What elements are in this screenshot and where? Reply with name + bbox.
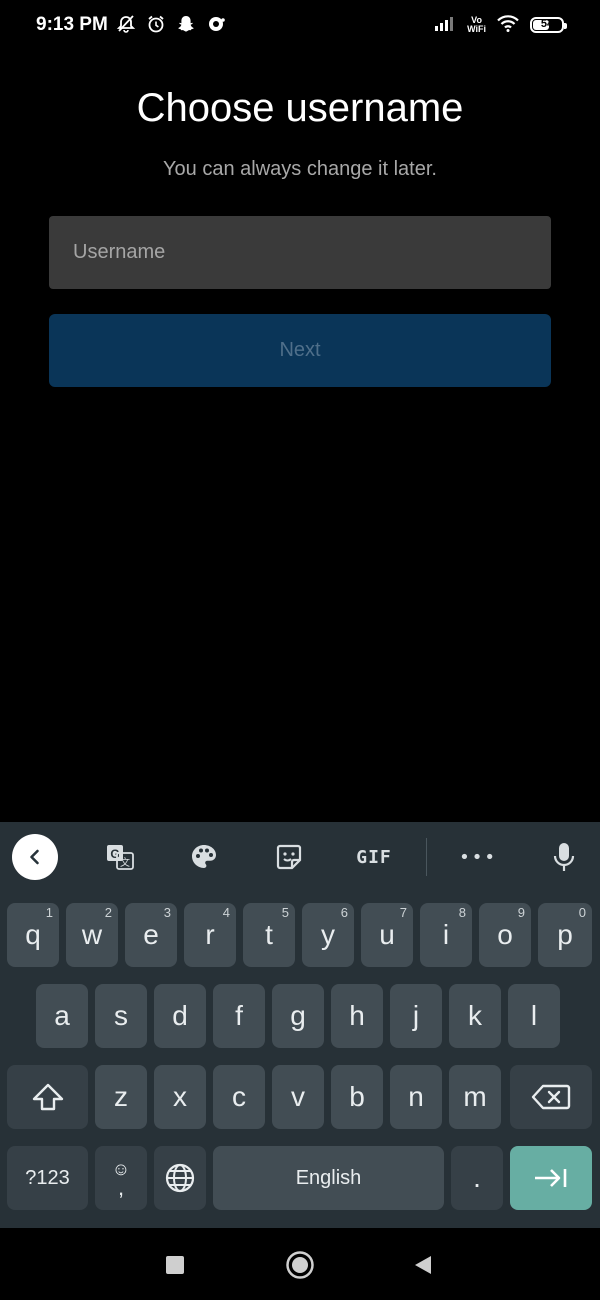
key-b[interactable]: b bbox=[331, 1065, 383, 1129]
globe-icon bbox=[165, 1163, 195, 1193]
shift-icon bbox=[32, 1083, 63, 1111]
status-system-icons: Vo WiFi 54 bbox=[435, 14, 567, 36]
toolbar-divider bbox=[426, 838, 427, 876]
more-icon[interactable]: ••• bbox=[459, 842, 496, 872]
key-label: q bbox=[25, 919, 41, 950]
key-label: r bbox=[205, 919, 215, 950]
battery-icon: 54 bbox=[530, 17, 567, 33]
username-input[interactable] bbox=[49, 216, 551, 289]
status-bar: 9:13 PM Vo WiFi 54 bbox=[0, 0, 600, 56]
key-z[interactable]: z bbox=[95, 1065, 147, 1129]
gif-icon[interactable]: GIF bbox=[352, 842, 396, 872]
svg-text:文: 文 bbox=[120, 856, 130, 869]
space-key[interactable]: English bbox=[213, 1146, 444, 1210]
key-x[interactable]: x bbox=[154, 1065, 206, 1129]
key-d[interactable]: d bbox=[154, 984, 206, 1048]
key-hint: 6 bbox=[340, 905, 348, 920]
palette-icon[interactable] bbox=[186, 842, 222, 872]
page-title: Choose username bbox=[136, 86, 464, 130]
mute-bell-icon bbox=[116, 14, 136, 38]
square-icon bbox=[166, 1256, 184, 1274]
circle-home-icon bbox=[286, 1251, 314, 1279]
key-f[interactable]: f bbox=[213, 984, 265, 1048]
status-notification-icons bbox=[116, 14, 226, 38]
emoji-comma-key[interactable]: ☺ , bbox=[95, 1146, 147, 1210]
triangle-back-icon bbox=[415, 1256, 431, 1274]
back-icon[interactable] bbox=[12, 834, 58, 880]
key-t[interactable]: t5 bbox=[243, 903, 295, 967]
key-g[interactable]: g bbox=[272, 984, 324, 1048]
key-s[interactable]: s bbox=[95, 984, 147, 1048]
key-hint: 4 bbox=[222, 905, 230, 920]
key-hint: 8 bbox=[458, 905, 466, 920]
next-button[interactable]: Next bbox=[49, 314, 551, 387]
key-w[interactable]: w2 bbox=[66, 903, 118, 967]
key-q[interactable]: q1 bbox=[7, 903, 59, 967]
key-label: u bbox=[379, 919, 395, 950]
key-hint: 2 bbox=[104, 905, 112, 920]
key-hint: 5 bbox=[281, 905, 289, 920]
key-label: p bbox=[557, 919, 573, 950]
period-key[interactable]: . bbox=[451, 1146, 503, 1210]
keyboard: G文 GIF ••• q1 w2 e3 r4 t5 y6 u7 i8 o9 p0… bbox=[0, 822, 600, 1228]
key-h[interactable]: h bbox=[331, 984, 383, 1048]
vowifi-icon: Vo WiFi bbox=[467, 16, 486, 34]
key-label: w bbox=[81, 919, 103, 950]
key-j[interactable]: j bbox=[390, 984, 442, 1048]
key-e[interactable]: e3 bbox=[125, 903, 177, 967]
recents-button[interactable] bbox=[160, 1250, 190, 1280]
tab-arrow-icon bbox=[535, 1169, 567, 1187]
battery-tip bbox=[564, 23, 567, 29]
page-subtitle: You can always change it later. bbox=[163, 158, 437, 180]
key-hint: 3 bbox=[163, 905, 171, 920]
key-k[interactable]: k bbox=[449, 984, 501, 1048]
key-y[interactable]: y6 bbox=[302, 903, 354, 967]
key-c[interactable]: c bbox=[213, 1065, 265, 1129]
symbols-key[interactable]: ?123 bbox=[7, 1146, 88, 1210]
key-m[interactable]: m bbox=[449, 1065, 501, 1129]
key-label: y bbox=[321, 919, 335, 950]
shift-key[interactable] bbox=[7, 1065, 88, 1129]
status-time: 9:13 PM bbox=[36, 14, 108, 35]
keyboard-toolbar: G文 GIF ••• bbox=[0, 822, 600, 892]
key-r[interactable]: r4 bbox=[184, 903, 236, 967]
wifi-icon bbox=[496, 14, 520, 36]
key-hint: 1 bbox=[45, 905, 53, 920]
key-label: i bbox=[442, 919, 450, 950]
battery-level: 54 bbox=[540, 18, 554, 30]
key-hint: 7 bbox=[399, 905, 407, 920]
alarm-clock-icon bbox=[146, 14, 166, 38]
next-field-key[interactable] bbox=[510, 1146, 592, 1210]
key-a[interactable]: a bbox=[36, 984, 88, 1048]
comma-label: , bbox=[117, 1175, 125, 1200]
backspace-key[interactable] bbox=[510, 1065, 592, 1129]
key-label: e bbox=[143, 919, 159, 950]
key-o[interactable]: o9 bbox=[479, 903, 531, 967]
key-p[interactable]: p0 bbox=[538, 903, 592, 967]
backspace-icon bbox=[531, 1084, 571, 1110]
key-hint: 9 bbox=[517, 905, 525, 920]
navigation-bar bbox=[0, 1228, 600, 1300]
back-button[interactable] bbox=[408, 1250, 438, 1280]
key-label: t bbox=[265, 919, 273, 950]
key-label: o bbox=[497, 919, 513, 950]
key-l[interactable]: l bbox=[508, 984, 560, 1048]
signal-icon bbox=[435, 15, 457, 35]
home-button[interactable] bbox=[285, 1250, 315, 1280]
language-key[interactable] bbox=[154, 1146, 206, 1210]
key-n[interactable]: n bbox=[390, 1065, 442, 1129]
snapchat-icon bbox=[176, 14, 196, 38]
key-u[interactable]: u7 bbox=[361, 903, 413, 967]
sticker-icon[interactable] bbox=[271, 842, 307, 872]
translate-icon[interactable]: G文 bbox=[102, 842, 138, 872]
vowifi-bottom-text: WiFi bbox=[467, 24, 486, 34]
messenger-icon bbox=[206, 14, 226, 38]
key-i[interactable]: i8 bbox=[420, 903, 472, 967]
key-hint: 0 bbox=[578, 905, 586, 920]
key-v[interactable]: v bbox=[272, 1065, 324, 1129]
mic-icon[interactable] bbox=[546, 842, 582, 872]
